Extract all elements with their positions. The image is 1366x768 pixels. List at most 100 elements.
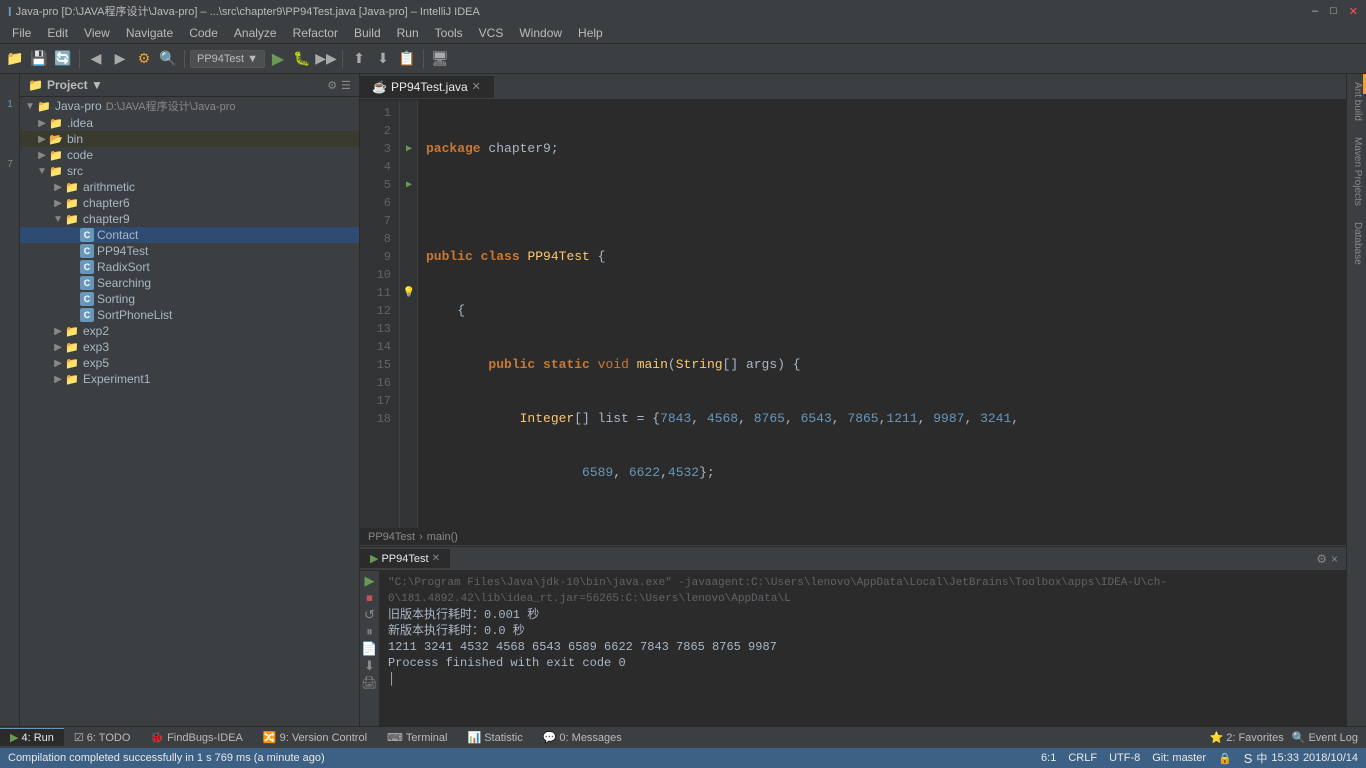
- code-content[interactable]: package chapter9; public class PP94Test …: [418, 100, 1346, 528]
- tree-item-sorting[interactable]: C Sorting: [20, 291, 359, 307]
- toolbar-back-button[interactable]: ◀: [85, 48, 107, 70]
- menu-analyze[interactable]: Analyze: [226, 24, 285, 42]
- toolbar-vcs-update[interactable]: ⬆: [348, 48, 370, 70]
- code-line-7: 6589, 6622,4532};: [426, 464, 1338, 482]
- run-settings-icon[interactable]: ⚙: [1316, 552, 1327, 566]
- tree-item-java-pro[interactable]: ▼ 📁 Java-pro D:\JAVA程序设计\Java-pro: [20, 97, 359, 115]
- menu-edit[interactable]: Edit: [39, 24, 76, 42]
- tree-item-bin[interactable]: ▶ 📂 bin: [20, 131, 359, 147]
- maximize-button[interactable]: □: [1330, 5, 1337, 18]
- tab-close-button[interactable]: ✕: [472, 80, 481, 93]
- breadcrumb-file[interactable]: PP94Test: [368, 531, 415, 543]
- editor-tab-pp94test[interactable]: ☕ PP94Test.java ✕: [360, 76, 494, 98]
- tree-item-code[interactable]: ▶ 📁 code: [20, 147, 359, 163]
- sidebar-icon-structure[interactable]: 7: [0, 134, 20, 194]
- minimize-button[interactable]: –: [1312, 5, 1318, 18]
- run-scroll-end-button[interactable]: ⬇: [362, 658, 378, 674]
- debug-button[interactable]: 🐛: [291, 48, 313, 70]
- toolbar-vcs-history[interactable]: 📋: [396, 48, 418, 70]
- gutter-12: [400, 302, 418, 320]
- menu-run[interactable]: Run: [389, 24, 427, 42]
- toolbar-separator-3: [342, 50, 343, 68]
- project-settings-icon[interactable]: ⚙: [327, 79, 337, 92]
- bottom-tab-messages[interactable]: 💬 0: Messages: [533, 729, 632, 746]
- tree-item-exp2[interactable]: ▶ 📁 exp2: [20, 323, 359, 339]
- run-pause-button[interactable]: ⏸: [362, 624, 378, 640]
- cursor-position[interactable]: 6:1: [1041, 752, 1056, 764]
- run-stop-button[interactable]: ⏹: [362, 590, 378, 606]
- tree-item-idea[interactable]: ▶ 📁 .idea: [20, 115, 359, 131]
- toolbar-build-button[interactable]: ⚙: [133, 48, 155, 70]
- menu-view[interactable]: View: [76, 24, 118, 42]
- run-rerun-button[interactable]: ↺: [362, 607, 378, 623]
- menu-build[interactable]: Build: [346, 24, 389, 42]
- bottom-tab-run[interactable]: ▶ 4: Run: [0, 728, 64, 746]
- code-gutter: ▶ ▶ 💡: [400, 100, 418, 528]
- favorites-button[interactable]: ⭐ 2: Favorites: [1209, 731, 1283, 744]
- bottom-tab-statistic[interactable]: 📊 Statistic: [458, 729, 533, 746]
- bottom-tab-vcs[interactable]: 🔀 9: Version Control: [253, 729, 377, 746]
- project-header-title-area: 📁 Project ▼: [28, 78, 103, 92]
- code-line-8: [426, 518, 1338, 528]
- file-encoding[interactable]: UTF-8: [1109, 752, 1140, 764]
- tree-item-exp3[interactable]: ▶ 📁 exp3: [20, 339, 359, 355]
- right-sidebar-tab-database[interactable]: Database: [1347, 214, 1366, 273]
- run-dump-button[interactable]: 📄: [362, 641, 378, 657]
- run-config-dropdown[interactable]: PP94Test ▼: [190, 50, 265, 68]
- bottom-tab-todo[interactable]: ☑ 6: TODO: [64, 729, 140, 746]
- run-play-button[interactable]: ▶: [362, 573, 378, 589]
- gutter-9: [400, 248, 418, 266]
- bottom-tab-findbugs[interactable]: 🐞 FindBugs-IDEA: [140, 729, 253, 746]
- toolbar-forward-button[interactable]: ▶: [109, 48, 131, 70]
- menu-vcs[interactable]: VCS: [471, 24, 512, 42]
- run-close-panel-icon[interactable]: ×: [1331, 552, 1338, 566]
- run-button[interactable]: ▶: [267, 48, 289, 70]
- run-tab-label: PP94Test: [381, 553, 428, 565]
- toolbar-sync-button[interactable]: 🔄: [52, 48, 74, 70]
- toolbar-open-button[interactable]: 📁: [4, 48, 26, 70]
- menu-help[interactable]: Help: [570, 24, 611, 42]
- menu-refactor[interactable]: Refactor: [285, 24, 346, 42]
- tree-item-chapter6[interactable]: ▶ 📁 chapter6: [20, 195, 359, 211]
- run-print-button[interactable]: 🖨: [362, 675, 378, 691]
- run-tab-close-button[interactable]: ✕: [432, 553, 440, 564]
- tree-item-arithmetic[interactable]: ▶ 📁 arithmetic: [20, 179, 359, 195]
- run-tab-pp94test[interactable]: ▶ PP94Test ✕: [360, 549, 450, 568]
- tree-item-searching[interactable]: C Searching: [20, 275, 359, 291]
- tree-item-chapter9[interactable]: ▼ 📁 chapter9: [20, 211, 359, 227]
- event-log-button[interactable]: 🔍 Event Log: [1292, 731, 1358, 744]
- project-header-actions[interactable]: ⚙ ☰: [327, 79, 351, 92]
- gutter-13: [400, 320, 418, 338]
- sidebar-icon-project[interactable]: 1: [0, 74, 20, 134]
- tree-item-src[interactable]: ▼ 📁 src: [20, 163, 359, 179]
- menu-navigate[interactable]: Navigate: [118, 24, 181, 42]
- tree-item-exp5[interactable]: ▶ 📁 exp5: [20, 355, 359, 371]
- project-gear-icon[interactable]: ☰: [341, 79, 351, 92]
- tree-item-radixsort[interactable]: C RadixSort: [20, 259, 359, 275]
- close-button[interactable]: ✕: [1349, 5, 1358, 18]
- right-sidebar-tab-maven[interactable]: Maven Projects: [1347, 129, 1366, 214]
- tree-item-experiment1[interactable]: ▶ 📁 Experiment1: [20, 371, 359, 387]
- lock-icon: 🔒: [1218, 752, 1232, 765]
- title-bar-controls[interactable]: – □ ✕: [1312, 5, 1358, 18]
- toolbar-find-button[interactable]: 🔍: [157, 48, 179, 70]
- tree-item-sortphonelist[interactable]: C SortPhoneList: [20, 307, 359, 323]
- git-branch[interactable]: Git: master: [1152, 752, 1206, 764]
- toolbar-save-button[interactable]: 💾: [28, 48, 50, 70]
- menu-window[interactable]: Window: [511, 24, 570, 42]
- menu-code[interactable]: Code: [181, 24, 226, 42]
- menu-file[interactable]: File: [4, 24, 39, 42]
- toolbar-vcs-commit[interactable]: ⬇: [372, 48, 394, 70]
- project-tree: ▼ 📁 Java-pro D:\JAVA程序设计\Java-pro ▶ 📁 .i…: [20, 97, 359, 726]
- bottom-tab-terminal[interactable]: ⌨ Terminal: [377, 729, 457, 746]
- run-output-line-2: 旧版本执行耗时：0.001 秒: [388, 607, 1338, 623]
- project-title: Project ▼: [47, 78, 103, 92]
- breadcrumb-method[interactable]: main(): [427, 531, 458, 543]
- tree-item-contact[interactable]: C Contact: [20, 227, 359, 243]
- toolbar-terminal-button[interactable]: 🖥: [429, 48, 451, 70]
- tree-item-pp94test[interactable]: C PP94Test: [20, 243, 359, 259]
- line-separator[interactable]: CRLF: [1068, 752, 1097, 764]
- menu-tools[interactable]: Tools: [427, 24, 471, 42]
- code-editor[interactable]: 12345 678910 1112131415 161718 ▶ ▶ 💡: [360, 100, 1346, 528]
- run-with-coverage-button[interactable]: ▶▶: [315, 48, 337, 70]
